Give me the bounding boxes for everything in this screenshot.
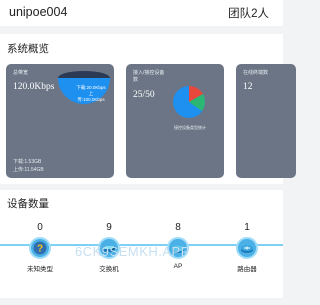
device-node-unknown[interactable]: 0 ? 未知类型 xyxy=(15,222,65,273)
online-terminals-value: 12 xyxy=(243,82,253,92)
router-icon xyxy=(236,237,258,259)
system-overview-title: 系统概览 xyxy=(7,43,49,55)
router-label: 路由器 xyxy=(237,266,257,273)
access-devices-card[interactable]: 接入/接控设备 数 25/50 接控设备类型统计 xyxy=(126,64,224,178)
svg-text:?: ? xyxy=(37,244,43,255)
switch-count: 9 xyxy=(106,222,112,233)
ap-label: AP xyxy=(173,263,183,270)
upload-total: 上传:11.54GB xyxy=(13,167,44,173)
watermark: 6CK9SEMKH.APP xyxy=(75,244,190,259)
user-name[interactable]: unipoe004 xyxy=(9,5,67,19)
router-count: 1 xyxy=(244,222,250,233)
question-icon: ? xyxy=(29,237,51,259)
online-terminals-card[interactable]: 在线终端数 12 xyxy=(236,64,296,178)
unknown-count: 0 xyxy=(37,222,43,233)
download-total: 下载:1.53GB xyxy=(13,159,42,165)
device-count-title: 设备数量 xyxy=(7,198,49,210)
ap-count: 8 xyxy=(175,222,181,233)
bandwidth-card[interactable]: 总带宽 120.0Kbps 下载:20.0Kbps 上 传:100.0Kbps … xyxy=(6,64,114,178)
switch-label: 交换机 xyxy=(99,266,119,273)
device-node-router[interactable]: 1 路由器 xyxy=(222,222,272,273)
unknown-label: 未知类型 xyxy=(27,266,53,273)
top-bar: unipoe004 团队2人 xyxy=(0,0,283,26)
online-terminals-label: 在线终端数 xyxy=(243,70,269,76)
upload-rate: 传:100.0Kbps xyxy=(77,97,105,102)
device-type-pie xyxy=(173,85,205,118)
team-member-count[interactable]: 团队2人 xyxy=(228,5,269,21)
device-type-chart-label: 接控设备类型统计 xyxy=(174,125,206,130)
